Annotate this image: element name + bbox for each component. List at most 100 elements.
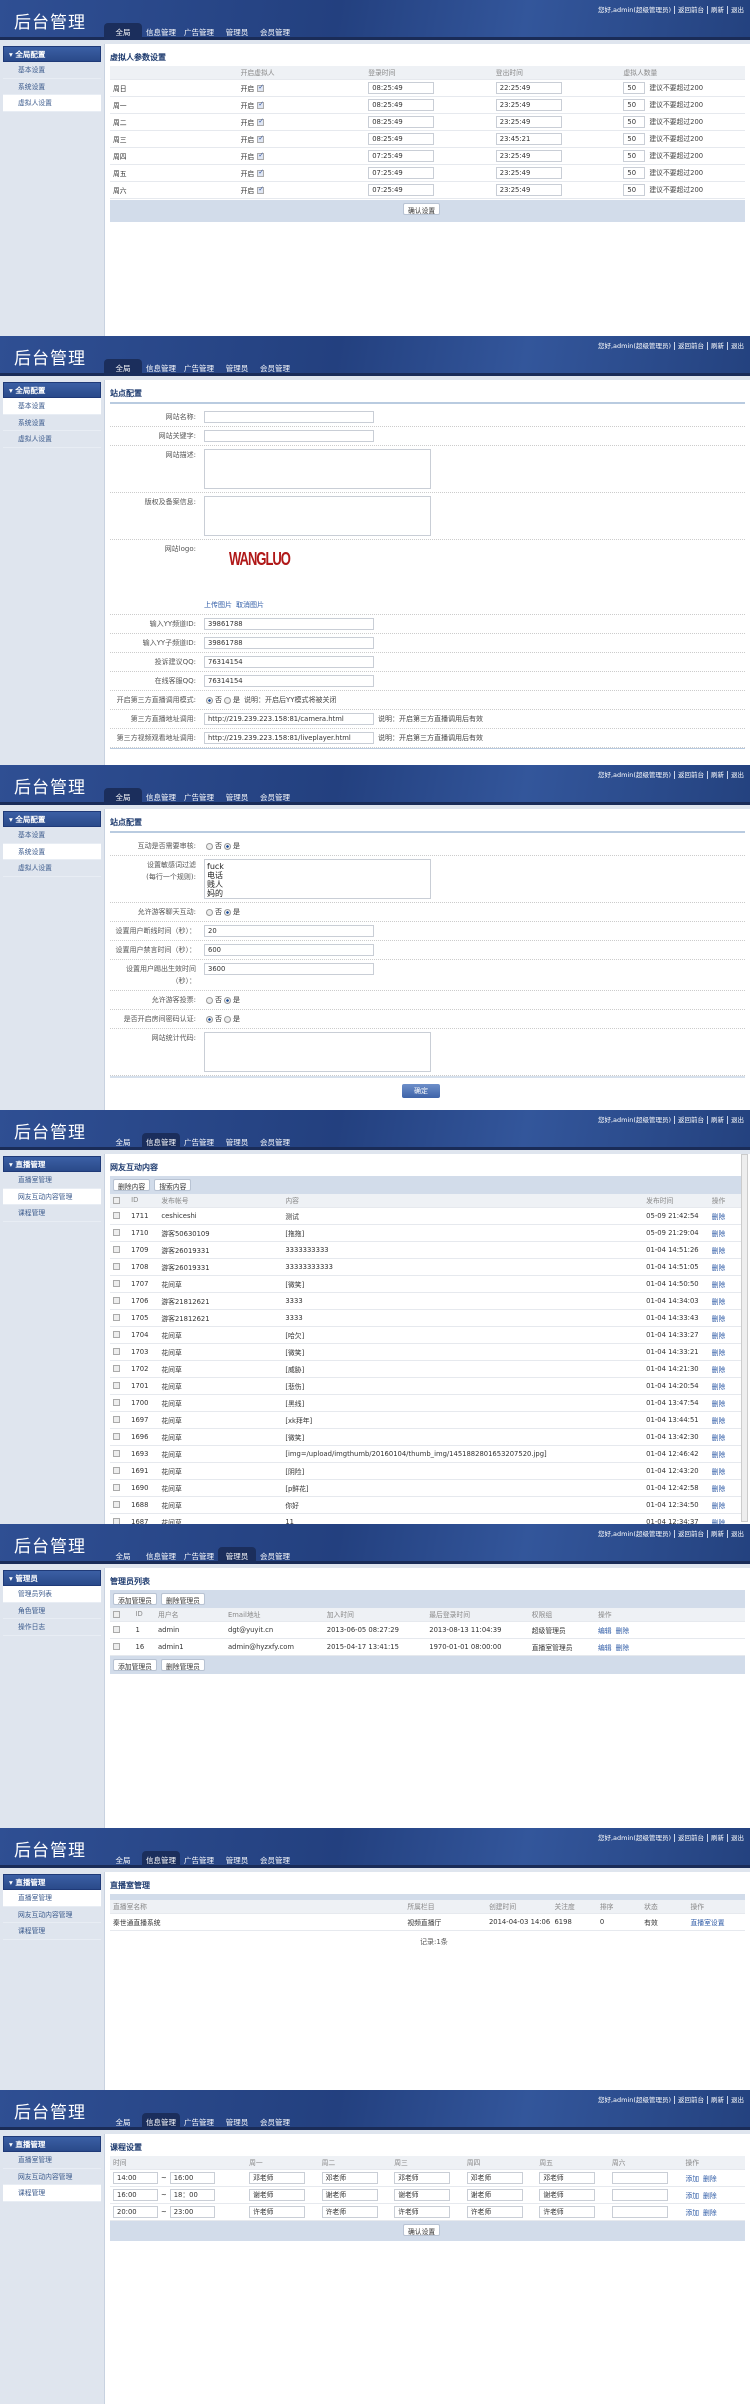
add-link[interactable]: 添加 bbox=[685, 2209, 699, 2217]
header-link-refresh[interactable]: 刷新 bbox=[707, 342, 724, 350]
tab-0[interactable]: 全局 bbox=[104, 2113, 142, 2130]
tab-0[interactable]: 全局 bbox=[104, 1547, 142, 1564]
sidebar-item[interactable]: 系统设置 bbox=[3, 79, 101, 95]
select-all-checkbox[interactable] bbox=[113, 1196, 120, 1204]
header-link-home[interactable]: 返回前台 bbox=[674, 342, 704, 350]
edit-link[interactable]: 编辑 bbox=[598, 1627, 612, 1635]
tab-2[interactable]: 广告管理 bbox=[180, 788, 218, 805]
header-link-home[interactable]: 返回前台 bbox=[674, 2096, 704, 2104]
enable-checkbox[interactable] bbox=[257, 168, 265, 177]
count-input[interactable]: 50 bbox=[623, 98, 646, 111]
header-link-refresh[interactable]: 刷新 bbox=[707, 2096, 724, 2104]
delete-link[interactable]: 删除 bbox=[712, 1298, 726, 1306]
logout-time-input[interactable]: 22:25:49 bbox=[495, 81, 562, 94]
select-all-checkbox[interactable] bbox=[113, 1610, 120, 1618]
teacher-input[interactable]: 谢老师 bbox=[539, 2188, 596, 2201]
sidebar-section-header[interactable]: ▾ 全局配置 bbox=[3, 382, 101, 398]
delete-link[interactable]: 删除 bbox=[703, 2192, 717, 2200]
header-link-logout[interactable]: 退出 bbox=[727, 342, 744, 350]
confirm-button[interactable]: 确认设置 bbox=[403, 202, 441, 215]
toolbar-button-1[interactable]: 删除管理员 bbox=[160, 1593, 205, 1605]
enable-checkbox[interactable] bbox=[257, 117, 265, 126]
row-checkbox[interactable] bbox=[113, 1280, 120, 1287]
text-input[interactable]: 600 bbox=[204, 944, 374, 956]
enable-checkbox[interactable] bbox=[257, 83, 265, 92]
header-link-logout[interactable]: 退出 bbox=[727, 1834, 744, 1842]
radio-1[interactable] bbox=[224, 1015, 231, 1023]
row-checkbox[interactable] bbox=[113, 1416, 120, 1423]
start-time-input[interactable]: 20:00 bbox=[113, 2205, 158, 2218]
textarea-input[interactable]: fuck 电话 贱人 妈的 bbox=[204, 859, 431, 899]
login-time-input[interactable]: 08:25:49 bbox=[368, 81, 435, 94]
sidebar-item[interactable]: 基本设置 bbox=[3, 398, 101, 415]
edit-link[interactable]: 编辑 bbox=[598, 1644, 612, 1652]
count-input[interactable]: 50 bbox=[623, 183, 646, 196]
add-link[interactable]: 添加 bbox=[685, 2175, 699, 2183]
row-checkbox[interactable] bbox=[113, 1467, 120, 1474]
row-checkbox[interactable] bbox=[113, 1348, 120, 1355]
tab-2[interactable]: 广告管理 bbox=[180, 23, 218, 40]
delete-link[interactable]: 删除 bbox=[712, 1366, 726, 1374]
confirm-button[interactable]: 确定 bbox=[402, 1084, 440, 1098]
radio-1[interactable] bbox=[224, 842, 231, 850]
row-checkbox[interactable] bbox=[113, 1365, 120, 1372]
tab-4[interactable]: 会员管理 bbox=[256, 2113, 294, 2130]
logout-time-input[interactable]: 23:25:49 bbox=[495, 166, 562, 179]
sidebar-item[interactable]: 课程管理 bbox=[3, 2185, 101, 2202]
sidebar-section-header[interactable]: ▾ 管理员 bbox=[3, 1570, 101, 1586]
row-checkbox[interactable] bbox=[113, 1212, 120, 1219]
radio-0[interactable] bbox=[206, 1015, 213, 1023]
radio-1[interactable] bbox=[224, 696, 231, 704]
end-time-input[interactable]: 16:00 bbox=[169, 2171, 215, 2184]
sidebar-item[interactable]: 虚拟人设置 bbox=[3, 860, 101, 877]
text-input[interactable]: 3600 bbox=[204, 963, 374, 975]
count-input[interactable]: 50 bbox=[623, 149, 646, 162]
page-scrollbar[interactable] bbox=[741, 1154, 748, 1522]
teacher-input[interactable]: 谢老师 bbox=[394, 2188, 451, 2201]
tab-3[interactable]: 管理员 bbox=[218, 1547, 256, 1564]
row-checkbox[interactable] bbox=[113, 1643, 120, 1650]
tab-0[interactable]: 全局 bbox=[104, 23, 142, 40]
tab-0[interactable]: 全局 bbox=[104, 359, 142, 376]
delete-link[interactable]: 删除 bbox=[712, 1247, 726, 1255]
header-link-logout[interactable]: 退出 bbox=[727, 2096, 744, 2104]
sidebar-item[interactable]: 角色管理 bbox=[3, 1603, 101, 1619]
count-input[interactable]: 50 bbox=[623, 166, 646, 179]
row-checkbox[interactable] bbox=[113, 1501, 120, 1508]
sidebar-item[interactable]: 虚拟人设置 bbox=[3, 95, 101, 112]
teacher-input[interactable] bbox=[611, 2205, 668, 2218]
tab-2[interactable]: 广告管理 bbox=[180, 2113, 218, 2130]
toolbar-button-0[interactable]: 添加管理员 bbox=[113, 1593, 157, 1605]
delete-link[interactable]: 删除 bbox=[703, 2175, 717, 2183]
tab-2[interactable]: 广告管理 bbox=[180, 359, 218, 376]
textarea-input[interactable] bbox=[204, 1032, 431, 1072]
login-time-input[interactable]: 07:25:49 bbox=[368, 183, 435, 196]
text-input[interactable]: 20 bbox=[204, 925, 374, 937]
row-checkbox[interactable] bbox=[113, 1450, 120, 1457]
tab-3[interactable]: 管理员 bbox=[218, 788, 256, 805]
header-link-refresh[interactable]: 刷新 bbox=[707, 1116, 724, 1124]
tab-0[interactable]: 全局 bbox=[104, 1851, 142, 1868]
tab-2[interactable]: 广告管理 bbox=[180, 1547, 218, 1564]
delete-link[interactable]: 删除 bbox=[712, 1213, 726, 1221]
tab-1[interactable]: 信息管理 bbox=[142, 1547, 180, 1564]
delete-link[interactable]: 删除 bbox=[712, 1383, 726, 1391]
text-input[interactable]: http://219.239.223.158:81/liveplayer.htm… bbox=[204, 732, 374, 744]
delete-link[interactable]: 删除 bbox=[703, 2209, 717, 2217]
logout-time-input[interactable]: 23:25:49 bbox=[495, 149, 562, 162]
start-time-input[interactable]: 16:00 bbox=[113, 2188, 158, 2201]
delete-link[interactable]: 删除 bbox=[616, 1627, 630, 1635]
teacher-input[interactable]: 邓老师 bbox=[321, 2171, 378, 2184]
login-time-input[interactable]: 08:25:49 bbox=[368, 115, 435, 128]
sidebar-section-header[interactable]: ▾ 直播管理 bbox=[3, 2136, 101, 2152]
tab-3[interactable]: 管理员 bbox=[218, 1851, 256, 1868]
radio-0[interactable] bbox=[206, 842, 213, 850]
tab-4[interactable]: 会员管理 bbox=[256, 1851, 294, 1868]
sidebar-section-header[interactable]: ▾ 全局配置 bbox=[3, 811, 101, 827]
tab-4[interactable]: 会员管理 bbox=[256, 788, 294, 805]
teacher-input[interactable]: 邓老师 bbox=[394, 2171, 451, 2184]
teacher-input[interactable]: 许老师 bbox=[539, 2205, 596, 2218]
teacher-input[interactable] bbox=[611, 2171, 668, 2184]
text-input[interactable]: 76314154 bbox=[204, 675, 374, 687]
cancel-image-link[interactable]: 取消图片 bbox=[236, 601, 264, 609]
